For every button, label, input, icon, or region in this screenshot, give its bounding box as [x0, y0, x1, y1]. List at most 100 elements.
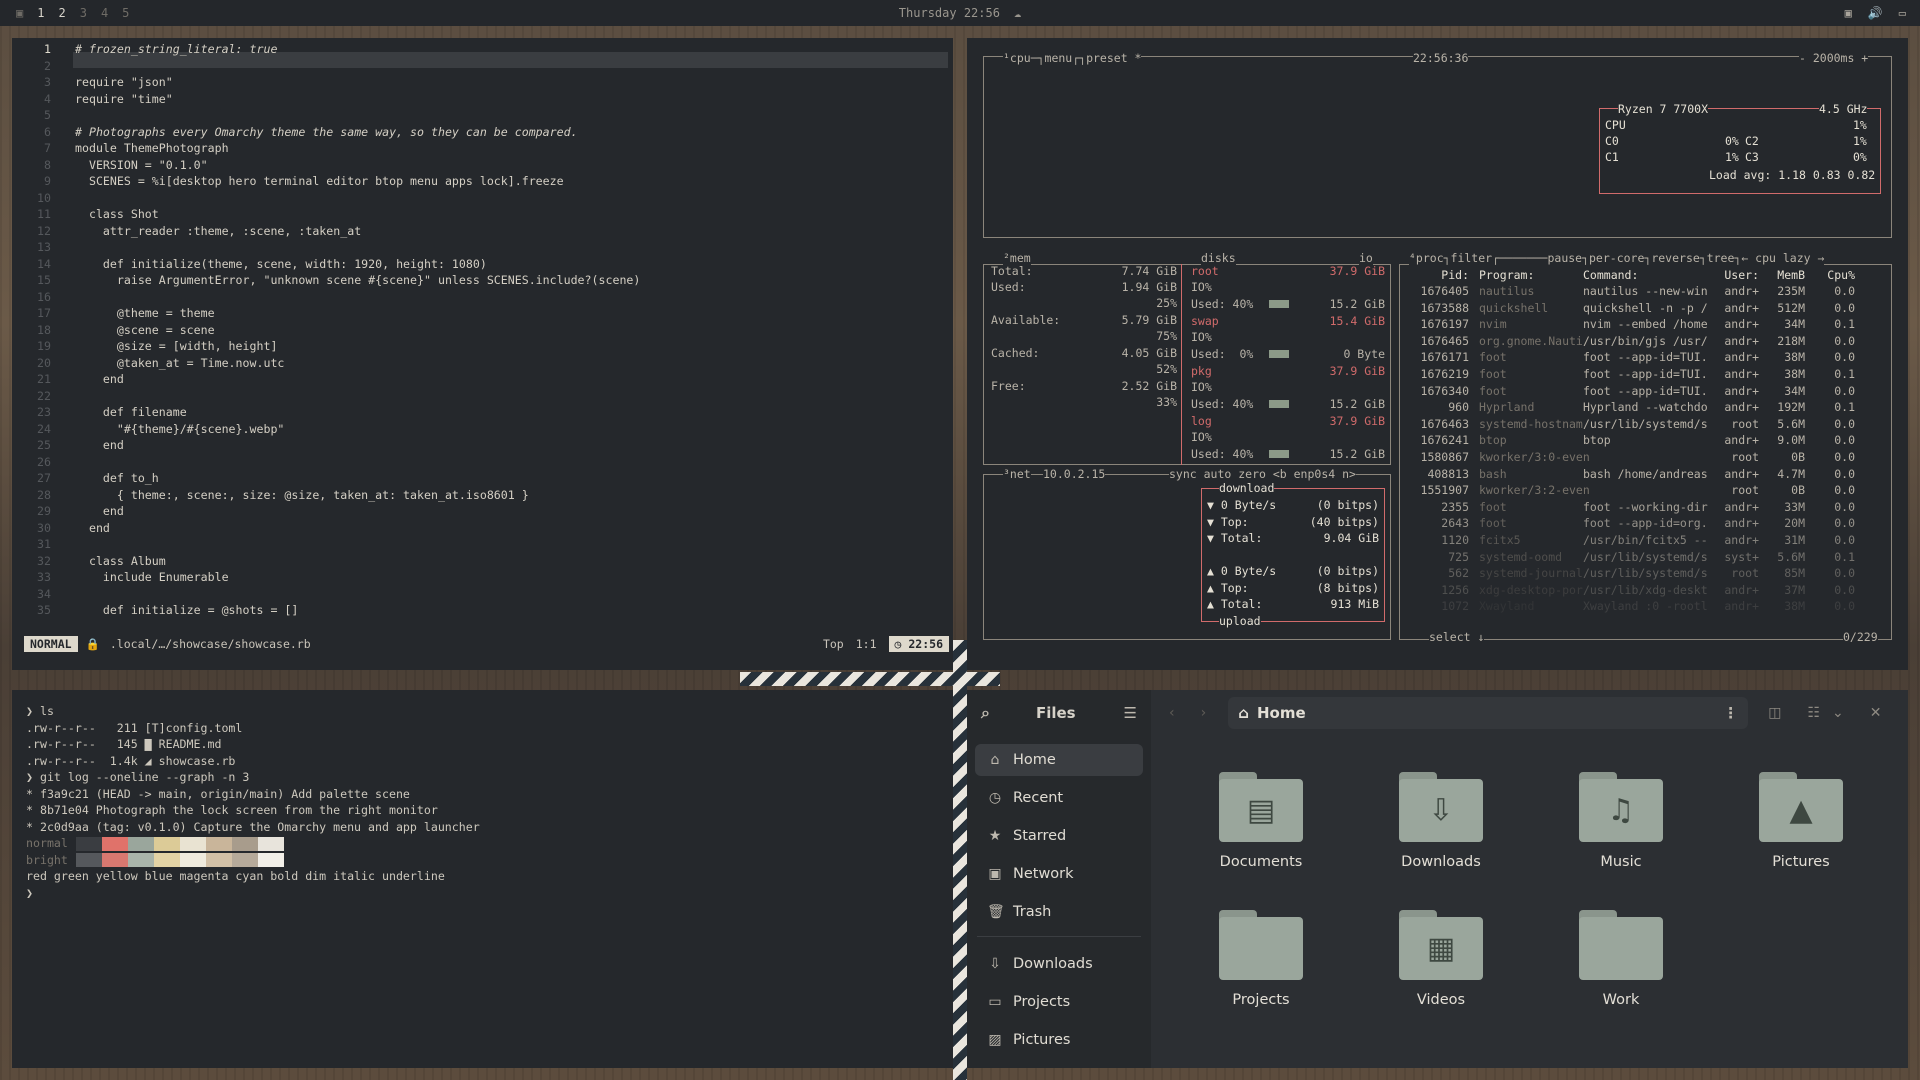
- sidebar-item-label: Home: [1013, 752, 1056, 768]
- proc-user: andr+: [1724, 466, 1759, 481]
- net-title[interactable]: ³net: [1003, 467, 1031, 481]
- workspace-5[interactable]: 5: [122, 6, 129, 20]
- proc-cpu: 0.0: [1834, 333, 1855, 348]
- close-icon[interactable]: ✕: [1870, 705, 1882, 721]
- sidebar-item-pictures[interactable]: ▨ Pictures: [975, 1024, 1143, 1056]
- proc-command: foot --app-id=TUI.: [1583, 383, 1708, 398]
- folder-documents[interactable]: ▤ Documents: [1186, 772, 1336, 870]
- cpu-tabs[interactable]: ¹cpu─┐menu┌┐preset *: [1003, 51, 1142, 65]
- disk-name[interactable]: root: [1191, 264, 1219, 278]
- sidebar-item-network[interactable]: ▣ Network: [975, 858, 1143, 890]
- terminal-window[interactable]: ❯ ls .rw-r--r-- 211 [T]config.toml .rw-r--…: [12, 690, 953, 1068]
- workspace-1[interactable]: 1: [37, 6, 44, 20]
- btop-window[interactable]: ¹cpu─┐menu┌┐preset * 22:56:36 - 2000ms +…: [967, 38, 1908, 670]
- io-toggle[interactable]: io: [1359, 251, 1373, 265]
- neovim-editor-window[interactable]: 1 # frozen_string_literal: true 2 3 require …: [12, 38, 953, 670]
- load-average: Load avg: 1.18 0.83 0.82: [1709, 168, 1876, 182]
- proc-mem: 5.6M: [1777, 549, 1805, 564]
- sidebar-item-recent[interactable]: ◷ Recent: [975, 782, 1143, 814]
- column-header-program[interactable]: Program:: [1479, 268, 1589, 282]
- column-header-user[interactable]: User:: [1715, 268, 1759, 282]
- omarchy-menu-icon[interactable]: ▣: [16, 6, 23, 20]
- color-swatch: [231, 836, 258, 851]
- search-icon[interactable]: ⌕: [981, 703, 990, 723]
- path-menu-icon[interactable]: ⋮: [1723, 704, 1738, 722]
- column-header-mem[interactable]: MemB: [1761, 268, 1805, 282]
- folder-music[interactable]: ♫ Music: [1546, 772, 1696, 870]
- folder-work[interactable]: Work: [1546, 910, 1696, 1008]
- code-text: def to_h: [75, 471, 159, 485]
- screenshot-icon[interactable]: ◫: [1768, 705, 1781, 721]
- workspace-2[interactable]: 2: [58, 6, 65, 20]
- column-header-pid[interactable]: Pid:: [1407, 268, 1469, 282]
- sidebar-item-downloads[interactable]: ⇩ Downloads: [975, 948, 1143, 980]
- disks-title[interactable]: disks: [1201, 251, 1236, 265]
- proc-command: Xwayland :0 -rootl: [1583, 599, 1708, 614]
- core-c3-value: 0%: [1853, 150, 1867, 164]
- core-c3-label: C3: [1745, 150, 1759, 164]
- workspace-4[interactable]: 4: [101, 6, 108, 20]
- download-title: download: [1219, 481, 1275, 495]
- code-text: { theme:, scene:, size: @size, taken_at:…: [75, 487, 529, 502]
- sidebar-item-starred[interactable]: ★ Starred: [975, 820, 1143, 852]
- volume-icon[interactable]: 🔊: [1868, 6, 1883, 20]
- disk-used-value: 15.2 GiB: [1329, 447, 1385, 461]
- proc-mem: 31M: [1784, 533, 1805, 547]
- line-number: 13: [37, 240, 51, 254]
- path-bar[interactable]: ⌂ Home ⋮: [1228, 697, 1749, 729]
- files-window[interactable]: ⌕ Files ☰ ⌂ Home ◷ Recent ★ Starred ▣ Network 🗑 T…: [967, 690, 1908, 1068]
- sidebar-item-projects[interactable]: ▭ Projects: [975, 986, 1143, 1018]
- line-number: 20: [37, 355, 51, 370]
- proc-header[interactable]: ⁴proc┐filter┌───────pause┐per-core┐rever…: [1409, 251, 1825, 265]
- disk-name[interactable]: swap: [1191, 314, 1219, 328]
- sidebar-item-trash[interactable]: 🗑 Trash: [975, 896, 1143, 928]
- color-swatch: [127, 836, 154, 851]
- screen-record-icon[interactable]: ▣: [1845, 6, 1852, 20]
- select-control[interactable]: select ↓: [1429, 630, 1485, 644]
- mem-title[interactable]: ²mem: [1003, 251, 1031, 265]
- home-icon: ⌂: [990, 752, 1000, 768]
- proc-pid: 1676241: [1420, 433, 1469, 448]
- status-line: NORMAL 🔒 .local/…/showcase/showcase.rb T…: [24, 636, 949, 652]
- editor-line: 19 @size = [width, height]: [12, 339, 277, 356]
- terminal-line: .rw-r--r-- 211 [T]config.toml: [26, 721, 242, 735]
- proc-cpu: 0.0: [1834, 350, 1855, 365]
- path-location: Home: [1256, 704, 1306, 722]
- line-number: 31: [37, 537, 51, 551]
- terminal-line: .rw-r--r-- 1.4k ◢ showcase.rb: [26, 754, 235, 768]
- code-text: class Album: [75, 553, 166, 568]
- folder-pictures[interactable]: ▲ Pictures: [1726, 772, 1876, 870]
- menu-icon[interactable]: ☰: [1124, 704, 1137, 722]
- core-c1-label: C1: [1605, 150, 1619, 164]
- forward-icon[interactable]: ›: [1201, 705, 1207, 721]
- column-header-command[interactable]: Command:: [1583, 268, 1717, 282]
- update-interval[interactable]: - 2000ms +: [1799, 51, 1869, 65]
- disk-usage-bar: [1269, 450, 1289, 458]
- sidebar-item-home[interactable]: ⌂ Home: [975, 744, 1143, 776]
- editor-line: 18 @scene = scene: [12, 323, 215, 340]
- sidebar-item-label: Recent: [1013, 790, 1064, 806]
- folder-downloads[interactable]: ⇩ Downloads: [1366, 772, 1516, 870]
- disk-name[interactable]: log: [1191, 414, 1212, 428]
- proc-cpu: 0.0: [1834, 300, 1855, 315]
- display-icon[interactable]: ▭: [1899, 6, 1906, 20]
- disk-name[interactable]: pkg: [1191, 364, 1212, 378]
- folder-body: ▦: [1399, 917, 1483, 980]
- view-list-icon[interactable]: ☷: [1807, 705, 1820, 721]
- proc-pid: 725: [1448, 549, 1469, 564]
- disk-size: 37.9 GiB: [1329, 364, 1385, 378]
- view-options-icon[interactable]: ⌄: [1832, 705, 1844, 721]
- proc-mem: 33M: [1784, 499, 1805, 514]
- net-controls[interactable]: sync auto zero <b enp0s4 n>: [1169, 467, 1356, 481]
- workspace-3[interactable]: 3: [80, 6, 87, 20]
- column-header-cpu[interactable]: Cpu%: [1813, 268, 1855, 282]
- back-icon[interactable]: ‹: [1169, 705, 1175, 721]
- proc-program: fcitx5: [1479, 533, 1521, 547]
- proc-cpu: 0.0: [1834, 516, 1855, 531]
- code-text: @taken_at = Time.now.utc: [75, 355, 285, 370]
- clock[interactable]: Thursday 22:56 ☁: [899, 6, 1021, 20]
- folder-videos[interactable]: ▦ Videos: [1366, 910, 1516, 1008]
- folder-projects[interactable]: Projects: [1186, 910, 1336, 1008]
